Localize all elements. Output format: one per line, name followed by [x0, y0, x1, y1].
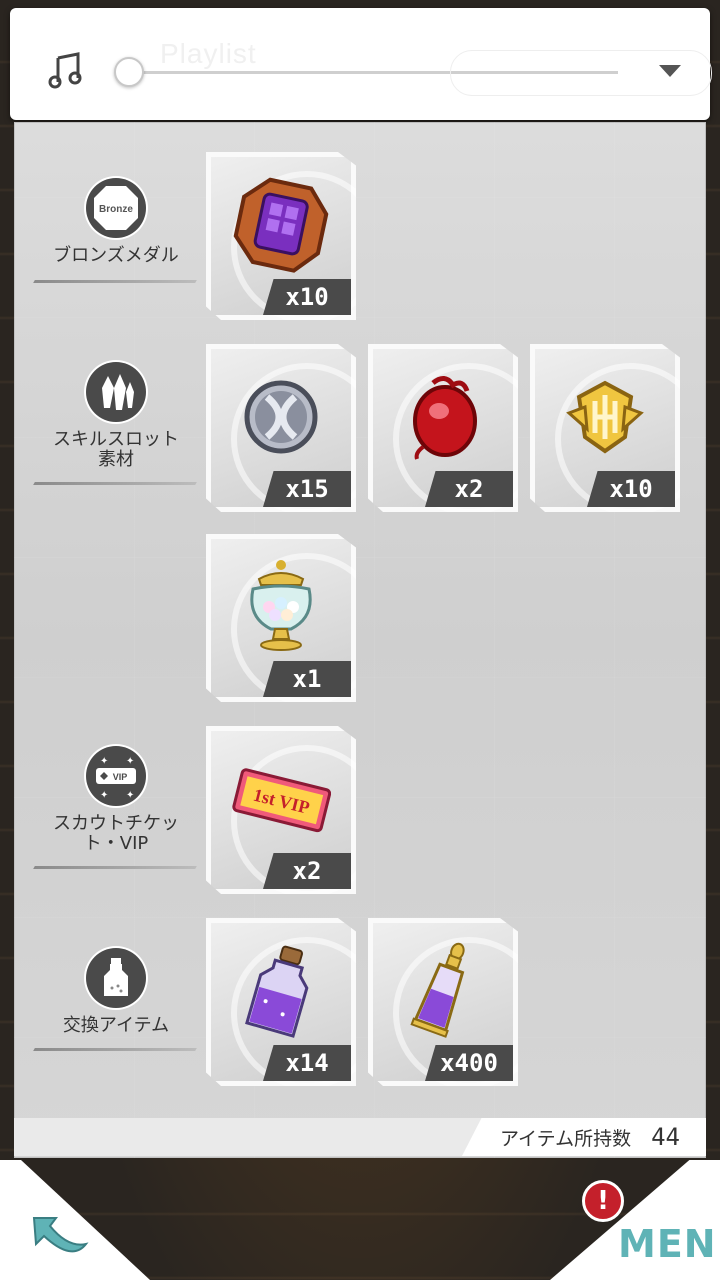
item-card-red-gem[interactable]: x2: [368, 344, 518, 512]
item-card-bronze-medal[interactable]: x10: [206, 152, 356, 320]
divider: [33, 1048, 197, 1051]
vip-ticket-icon: VIP ✦ ✦ ✦ ✦: [86, 746, 146, 806]
menu-button[interactable]: MENU: [618, 1222, 720, 1266]
svg-text:✦: ✦: [100, 756, 108, 767]
category-label: スキルスロット 素材: [53, 429, 179, 470]
red-gem-icon: [413, 376, 477, 460]
playlist-title: Playlist: [160, 38, 257, 69]
item-quantity: x2: [263, 853, 351, 889]
item-count-bar: アイテム所持数 44: [14, 1118, 706, 1156]
category-bronze-medal: Bronze ブロンズメダル: [34, 178, 198, 266]
category-exchange-item: 交換アイテム: [34, 948, 198, 1036]
svg-text:✦: ✦: [126, 756, 134, 767]
svg-text:VIP: VIP: [113, 772, 128, 782]
category-label: ブロンズメダル: [53, 245, 179, 266]
item-count-plate: アイテム所持数 44: [462, 1118, 706, 1156]
item-card-perfume-bottle[interactable]: x400: [368, 918, 518, 1086]
bronze-medal-item-icon: [233, 177, 329, 273]
category-scout-ticket-vip: VIP ✦ ✦ ✦ ✦ スカウトチケッ ト・VIP: [34, 746, 198, 854]
purple-bottle-icon: [245, 945, 309, 1038]
category-label: スカウトチケッ ト・VIP: [53, 813, 179, 854]
item-list-panel: Bronze ブロンズメダル スキルスロット 素材 VIP ✦ ✦ ✦ ✦ スカ…: [14, 122, 706, 1158]
perfume-bottle-icon: [410, 942, 465, 1038]
item-card-vip-ticket[interactable]: 1st VIP x2: [206, 726, 356, 894]
item-quantity: x14: [263, 1045, 351, 1081]
svg-text:Bronze: Bronze: [99, 204, 133, 215]
divider: [33, 280, 197, 283]
back-arrow-icon[interactable]: [28, 1212, 92, 1264]
category-label: 交換アイテム: [62, 1015, 170, 1036]
candy-jar-icon: [250, 560, 312, 651]
divider: [33, 482, 197, 485]
bronze-medal-icon: Bronze: [86, 178, 146, 238]
music-note-icon[interactable]: [46, 50, 86, 90]
item-count-label: アイテム所持数: [499, 1127, 632, 1150]
item-card-silver-emblem[interactable]: x15: [206, 344, 356, 512]
item-card-candy-jar[interactable]: x1: [206, 534, 356, 702]
volume-slider-knob[interactable]: [114, 57, 144, 87]
svg-text:✦: ✦: [126, 790, 134, 801]
item-count-value: 44: [651, 1123, 680, 1151]
playlist-dropdown[interactable]: [450, 50, 712, 96]
music-player-bar: Playlist: [10, 8, 712, 120]
item-quantity: x15: [263, 471, 351, 507]
bottle-icon: [86, 948, 146, 1008]
item-quantity: x1: [263, 661, 351, 697]
alert-badge[interactable]: !: [582, 1180, 624, 1222]
svg-text:✦: ✦: [100, 790, 108, 801]
item-quantity: x2: [425, 471, 513, 507]
category-skill-slot-material: スキルスロット 素材: [34, 362, 198, 470]
divider: [33, 866, 197, 869]
gold-emblem-icon: [566, 380, 644, 454]
item-quantity: x10: [587, 471, 675, 507]
item-quantity: x400: [425, 1045, 513, 1081]
item-card-gold-emblem[interactable]: x10: [530, 344, 680, 512]
chevron-down-icon[interactable]: [659, 65, 681, 77]
crystal-icon: [86, 362, 146, 422]
vip-ticket-item-icon: 1st VIP: [232, 768, 331, 833]
silver-emblem-icon: [244, 380, 318, 454]
item-quantity: x10: [263, 279, 351, 315]
item-card-purple-bottle[interactable]: x14: [206, 918, 356, 1086]
